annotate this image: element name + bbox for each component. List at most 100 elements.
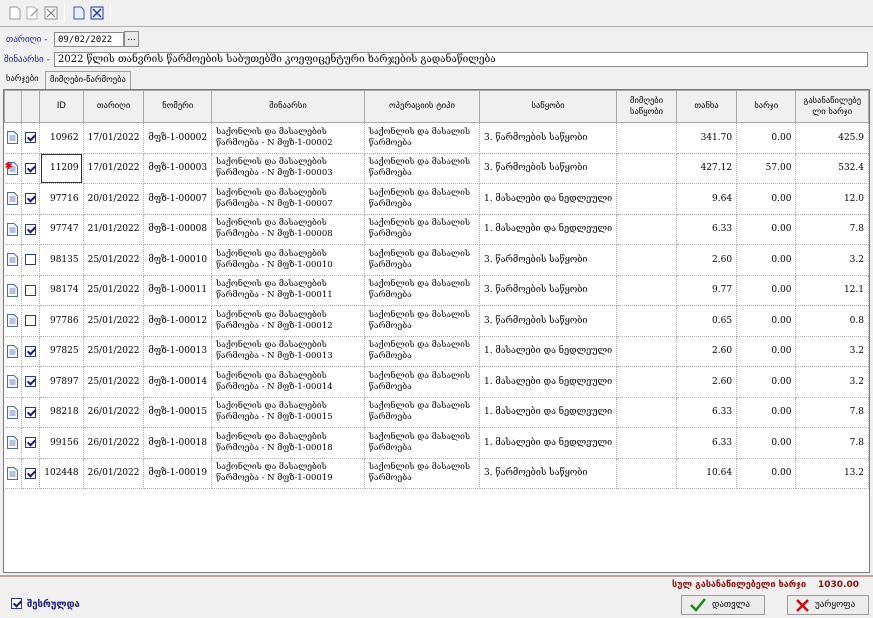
cell-receiving-warehouse[interactable] [616,244,677,276]
cell-content[interactable]: საქონლის და მასალების წარმოება - N მფზ-1… [211,336,365,367]
cell-warehouse[interactable]: 3. წარმოების საწყობი [479,305,618,337]
cell-operation-type[interactable]: საქონლის და მასალის წარმოება [364,366,480,398]
row-checkbox[interactable] [21,427,41,459]
edit-document-icon[interactable] [24,4,42,22]
cell-id[interactable]: 98135 [39,244,84,276]
cell-number[interactable]: მფზ-1-00002 [143,122,213,154]
row-checkbox[interactable] [21,397,41,428]
document-icon[interactable] [4,214,23,245]
cell-date[interactable]: 21/01/2022 [83,214,145,245]
cell-distributable-cost[interactable]: 12.1 [795,275,869,306]
cell-distributable-cost[interactable]: 425.9 [795,122,869,154]
date-picker-button[interactable]: ... [124,31,139,47]
cell-receiving-warehouse[interactable] [616,275,677,306]
cell-distributable-cost[interactable]: 532.4 [795,153,869,184]
cell-content[interactable]: საქონლის და მასალების წარმოება - N მფზ-1… [211,275,365,306]
cell-date[interactable]: 26/01/2022 [83,458,145,489]
cell-operation-type[interactable]: საქონლის და მასალის წარმოება [364,183,480,215]
cell-operation-type[interactable]: საქონლის და მასალის წარმოება [364,214,480,245]
cell-date[interactable]: 25/01/2022 [83,275,145,306]
checkbox-box[interactable] [25,223,37,235]
row-checkbox[interactable] [21,153,41,184]
table-row[interactable]: 97897 25/01/2022 მფზ-1-00014 საქონლის და მა… [4,366,869,398]
cell-receiving-warehouse[interactable] [616,183,677,215]
cell-id[interactable]: 98174 [39,275,84,306]
table-row[interactable]: 97716 20/01/2022 მფზ-1-00007 საქონლის და მა… [4,183,869,215]
cell-cost[interactable]: 0.00 [736,427,797,459]
row-checkbox[interactable] [21,305,41,337]
cell-amount[interactable]: 0.65 [676,305,738,337]
cell-id[interactable]: 102448 [39,458,84,489]
cell-cost[interactable]: 0.00 [736,183,797,215]
cell-id[interactable]: 97716 [39,183,84,215]
document-icon[interactable]: ✱ [4,153,23,184]
cell-cost[interactable]: 57.00 [736,153,797,184]
cell-distributable-cost[interactable]: 3.2 [795,366,869,398]
cell-cost[interactable]: 0.00 [736,122,797,154]
cell-distributable-cost[interactable]: 3.2 [795,336,869,367]
cell-operation-type[interactable]: საქონლის და მასალის წარმოება [364,336,480,367]
cell-content[interactable]: საქონლის და მასალების წარმოება - N მფზ-1… [211,458,365,489]
row-checkbox[interactable] [21,244,41,276]
cell-cost[interactable]: 0.00 [736,336,797,367]
cell-warehouse[interactable]: 1. მასალები და ნედლეული [479,214,618,245]
cell-id[interactable]: 99156 [39,427,84,459]
document-icon[interactable] [4,336,23,367]
cell-number[interactable]: მფზ-1-00012 [143,305,213,337]
col-header-operation-type[interactable]: ოპერაციის ტიპი [363,90,480,123]
clear-icon[interactable] [88,4,106,22]
document-icon[interactable] [4,458,23,489]
cell-cost[interactable]: 0.00 [736,366,797,398]
cell-number[interactable]: მფზ-1-00010 [143,244,213,276]
cell-operation-type[interactable]: საქონლის და მასალის წარმოება [364,397,480,428]
cell-receiving-warehouse[interactable] [616,427,677,459]
document-icon[interactable] [4,397,23,428]
table-row[interactable]: 98135 25/01/2022 მფზ-1-00010 საქონლის და მა… [4,244,869,276]
document-icon[interactable] [4,366,23,398]
cancel-button[interactable]: უარყოფა [787,595,869,615]
cell-amount[interactable]: 2.60 [676,366,738,398]
cell-id[interactable]: 97747 [39,214,84,245]
cell-warehouse[interactable]: 3. წარმოების საწყობი [479,458,618,489]
new-document-icon[interactable] [6,4,24,22]
cell-distributable-cost[interactable]: 13.2 [795,458,869,489]
cell-distributable-cost[interactable]: 7.8 [795,427,869,459]
cell-number[interactable]: მფზ-1-00015 [143,397,213,428]
col-header-id[interactable]: ID [39,90,84,123]
table-row[interactable]: 102448 26/01/2022 მფზ-1-00019 საქონლის და მ… [4,458,869,489]
cell-warehouse[interactable]: 3. წარმოების საწყობი [479,275,618,306]
cell-date[interactable]: 17/01/2022 [83,122,145,154]
cell-amount[interactable]: 10.64 [676,458,738,489]
cell-number[interactable]: მფზ-1-00011 [143,275,213,306]
cell-warehouse[interactable]: 3. წარმოების საწყობი [479,122,618,154]
cell-content[interactable]: საქონლის და მასალების წარმოება - N მფზ-1… [211,214,365,245]
cell-receiving-warehouse[interactable] [616,122,677,154]
cell-operation-type[interactable]: საქონლის და მასალის წარმოება [364,122,480,154]
cell-amount[interactable]: 427.12 [676,153,738,184]
documents-grid[interactable]: ID თარიღი ნომერი შინაარსი ოპერაციის ტიპი… [3,89,870,573]
date-field[interactable]: 09/02/2022 [54,32,124,47]
cell-warehouse[interactable]: 1. მასალები და ნედლეული [479,336,618,367]
cell-id[interactable]: 97897 [39,366,84,398]
table-row[interactable]: ✱ 11209 17/01/2022 მფზ-1-00003 საქონლის და მ… [4,153,869,184]
col-header-distributable-cost[interactable]: გასანაწილებე ლი ხარჯი [795,90,869,123]
checkbox-box[interactable] [25,132,37,144]
cell-content[interactable]: საქონლის და მასალების წარმოება - N მფზ-1… [211,183,365,215]
cell-cost[interactable]: 0.00 [736,244,797,276]
cell-cost[interactable]: 0.00 [736,305,797,337]
table-row[interactable]: 10962 17/01/2022 მფზ-1-00002 საქონლის და მა… [4,122,869,154]
cell-cost[interactable]: 0.00 [736,214,797,245]
col-header-amount[interactable]: თანხა [675,90,738,123]
cell-receiving-warehouse[interactable] [616,214,677,245]
cell-date[interactable]: 17/01/2022 [83,153,145,184]
checkbox-box[interactable] [25,254,37,266]
cell-warehouse[interactable]: 3. წარმოების საწყობი [479,153,618,184]
checkbox-box[interactable] [25,406,37,418]
cell-amount[interactable]: 6.33 [676,214,738,245]
table-row[interactable]: 98174 25/01/2022 მფზ-1-00011 საქონლის და მა… [4,275,869,306]
cell-distributable-cost[interactable]: 12.0 [795,183,869,215]
cell-id[interactable]: 11209 [39,153,84,184]
cell-cost[interactable]: 0.00 [736,275,797,306]
cell-operation-type[interactable]: საქონლის და მასალის წარმოება [364,275,480,306]
row-checkbox[interactable] [21,183,41,215]
